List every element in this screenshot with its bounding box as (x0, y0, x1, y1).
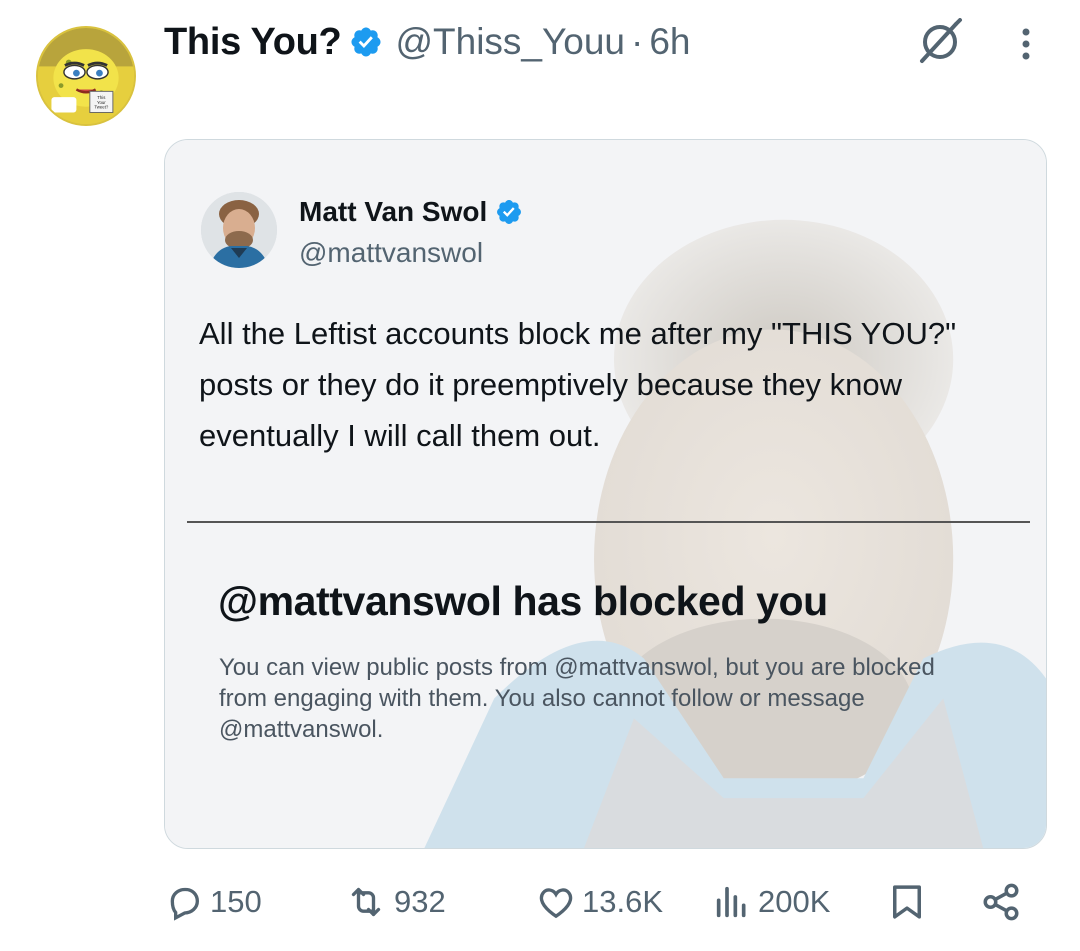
timestamp[interactable]: 6h (649, 21, 690, 63)
verified-icon[interactable] (349, 25, 383, 59)
quoted-name-row: Matt Van Swol (299, 196, 523, 228)
like-button[interactable]: 13.6K (536, 872, 663, 932)
repost-button[interactable]: 932 (344, 872, 446, 932)
bookmark-button[interactable] (886, 872, 928, 932)
quoted-text: All the Leftist accounts block me after … (199, 316, 957, 453)
verified-icon (495, 198, 523, 226)
blocked-title: @mattvanswol has blocked you (218, 578, 828, 624)
handle[interactable]: @Thiss_Youu (395, 21, 625, 63)
blocked-description: You can view public posts from @mattvans… (219, 654, 935, 743)
more-icon[interactable] (1008, 22, 1044, 66)
reply-icon (170, 887, 200, 921)
share-button[interactable] (980, 872, 1022, 932)
repost-count: 932 (394, 884, 446, 919)
divider (187, 521, 1030, 523)
display-name[interactable]: This You? (164, 21, 342, 64)
action-bar: 150 932 13.6K 200K (0, 872, 1080, 932)
share-icon (983, 883, 1019, 921)
reply-count: 150 (210, 884, 262, 919)
bookmark-icon (893, 885, 921, 919)
views-button[interactable]: 200K (712, 872, 830, 932)
quoted-post: Matt Van Swol @mattvanswol All the Lefti… (165, 140, 1046, 848)
grok-icon[interactable] (916, 18, 964, 66)
profile-avatar[interactable]: This Your Tweet? (36, 26, 136, 126)
tweet-header: This You? @Thiss_Youu · 6h (164, 14, 691, 70)
quoted-avatar[interactable] (201, 192, 277, 268)
like-count: 13.6K (582, 884, 664, 919)
views-count: 200K (758, 884, 831, 919)
like-icon (539, 888, 573, 919)
views-icon (716, 886, 746, 918)
quoted-display-name[interactable]: Matt Van Swol (299, 196, 487, 228)
quoted-handle: @mattvanswol (299, 237, 484, 268)
repost-icon (351, 887, 381, 917)
reply-button[interactable]: 150 (164, 872, 262, 932)
svg-text:Tweet?: Tweet? (94, 105, 108, 110)
tweet-media-card[interactable]: Matt Van Swol @mattvanswol All the Lefti… (164, 139, 1047, 849)
separator-dot: · (631, 21, 644, 62)
